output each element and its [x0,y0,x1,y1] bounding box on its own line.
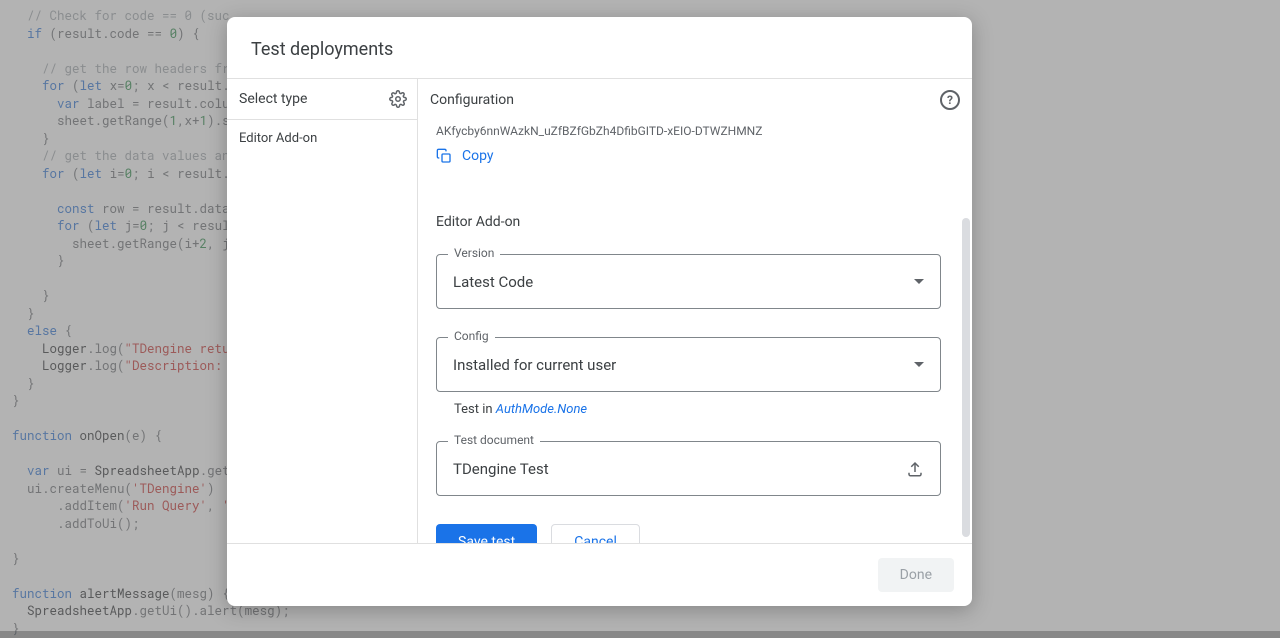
config-field: Config Installed for current user [436,337,954,392]
save-test-button[interactable]: Save test [436,524,537,543]
config-header: Configuration ? [418,79,972,122]
config-body: AKfycby6nnWAzkN_uZfBZfGbZh4DfibGITD-xEIO… [418,122,972,543]
test-document-field: Test document TDengine Test [436,441,954,496]
copy-button[interactable]: Copy [436,148,954,164]
test-deployments-dialog: Test deployments Select type Editor Add-… [227,17,972,606]
scrollbar[interactable] [962,128,970,537]
authmode-link[interactable]: AuthMode.None [496,402,587,417]
sidebar: Select type Editor Add-on [227,79,418,543]
test-document-input[interactable]: TDengine Test [436,441,941,496]
done-button[interactable]: Done [878,558,954,592]
config-select[interactable]: Installed for current user [436,337,941,392]
copy-label: Copy [462,148,494,164]
test-document-value: TDengine Test [453,460,549,478]
version-field: Version Latest Code [436,254,954,309]
version-value: Latest Code [453,273,533,291]
version-select[interactable]: Latest Code [436,254,941,309]
dialog-title: Test deployments [227,17,972,79]
sidebar-item-editor-addon[interactable]: Editor Add-on [227,120,417,157]
sidebar-header: Select type [227,79,417,120]
configuration-panel: Configuration ? AKfycby6nnWAzkN_uZfBZfGb… [418,79,972,543]
cancel-button[interactable]: Cancel [551,524,640,543]
config-value: Installed for current user [453,356,616,374]
config-label: Config [448,329,495,343]
test-document-label: Test document [448,433,540,447]
scrollbar-thumb[interactable] [962,218,970,537]
dialog-body: Select type Editor Add-on Configuration … [227,79,972,543]
chevron-down-icon [914,279,924,284]
authmode-hint: Test in AuthMode.None [436,402,954,417]
version-label: Version [448,246,500,260]
copy-icon [436,148,452,164]
upload-icon[interactable] [906,460,924,478]
deployment-id: AKfycby6nnWAzkN_uZfBZfGbZh4DfibGITD-xEIO… [436,124,954,138]
configuration-label: Configuration [430,92,514,108]
gear-icon[interactable] [389,90,407,108]
select-type-label: Select type [239,91,307,107]
button-row: Save test Cancel [436,524,954,543]
chevron-down-icon [914,362,924,367]
help-icon[interactable]: ? [940,90,960,110]
editor-addon-section-title: Editor Add-on [436,214,954,230]
dialog-footer: Done [227,543,972,606]
